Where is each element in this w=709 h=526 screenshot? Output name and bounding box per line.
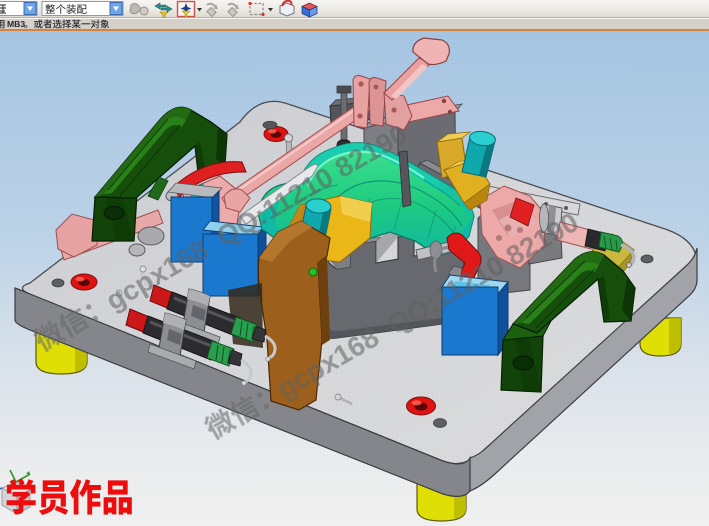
svg-text:MB3: MB3 <box>7 19 25 29</box>
